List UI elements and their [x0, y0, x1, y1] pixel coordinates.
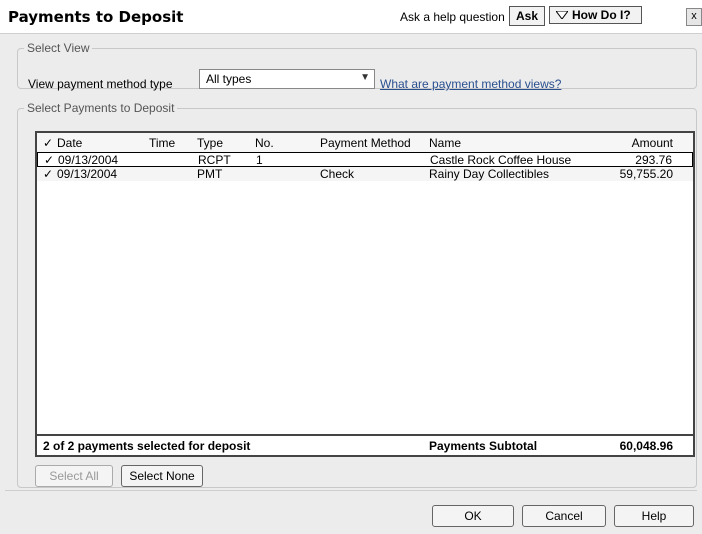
select-view-group: Select View View payment method type All… [17, 41, 697, 91]
view-method-label: View payment method type [28, 77, 173, 91]
table-row[interactable]: ✓ 09/13/2004 RCPT 1 Castle Rock Coffee H… [37, 152, 693, 167]
select-payments-legend: Select Payments to Deposit [27, 101, 175, 115]
selection-summary: 2 of 2 payments selected for deposit [43, 439, 251, 453]
payments-table: ✓ Date Time Type No. Payment Method Name… [35, 131, 695, 457]
ask-button[interactable]: Ask [509, 6, 545, 26]
select-all-button[interactable]: Select All [35, 465, 113, 487]
help-question-label: Ask a help question [400, 10, 505, 24]
subtotal-label: Payments Subtotal [429, 439, 538, 453]
subtotal-value: 60,048.96 [619, 439, 673, 453]
select-view-legend: Select View [27, 41, 90, 55]
row-number: 1 [256, 153, 263, 167]
payment-method-views-link[interactable]: What are payment method views? [380, 77, 561, 91]
row-type: RCPT [198, 153, 231, 167]
title-bar: Payments to Deposit Ask a help question … [0, 0, 702, 34]
time-column-header[interactable]: Time [149, 136, 175, 150]
row-name: Castle Rock Coffee House [430, 153, 572, 167]
row-type: PMT [197, 167, 223, 181]
row-check-mark[interactable]: ✓ [44, 153, 54, 167]
row-date: 09/13/2004 [58, 153, 119, 167]
row-amount: 293.76 [635, 153, 672, 167]
help-button[interactable]: Help [614, 505, 694, 527]
dropdown-triangle-icon [556, 11, 568, 19]
table-header: ✓ Date Time Type No. Payment Method Name… [37, 133, 693, 153]
amount-column-header[interactable]: Amount [632, 136, 673, 150]
separator [5, 490, 697, 491]
row-date: 09/13/2004 [57, 167, 118, 181]
name-column-header[interactable]: Name [429, 136, 461, 150]
number-column-header[interactable]: No. [255, 136, 274, 150]
window-title: Payments to Deposit [8, 8, 184, 26]
close-icon: x [691, 10, 697, 22]
cancel-button[interactable]: Cancel [522, 505, 606, 527]
table-row[interactable]: ✓ 09/13/2004 PMT Check Rainy Day Collect… [37, 167, 693, 181]
select-payments-group: Select Payments to Deposit ✓ Date Time T… [17, 101, 697, 488]
table-summary-row: 2 of 2 payments selected for deposit Pay… [37, 434, 693, 455]
row-amount: 59,755.20 [619, 167, 673, 181]
row-name: Rainy Day Collectibles [429, 167, 550, 181]
how-do-i-label: How Do I? [572, 8, 631, 22]
date-column-header[interactable]: Date [57, 136, 82, 150]
payment-method-column-header[interactable]: Payment Method [320, 136, 411, 150]
chevron-down-icon: ▼ [360, 72, 370, 83]
row-payment-method: Check [320, 167, 355, 181]
payment-method-type-select[interactable]: All types ▼ [199, 69, 375, 89]
row-check-mark[interactable]: ✓ [43, 167, 53, 181]
how-do-i-button[interactable]: How Do I? [549, 6, 642, 24]
ok-button[interactable]: OK [432, 505, 514, 527]
type-column-header[interactable]: Type [197, 136, 223, 150]
check-column-header[interactable]: ✓ [43, 136, 53, 150]
select-value: All types [206, 72, 252, 86]
close-button[interactable]: x [686, 8, 702, 26]
select-none-button[interactable]: Select None [121, 465, 203, 487]
